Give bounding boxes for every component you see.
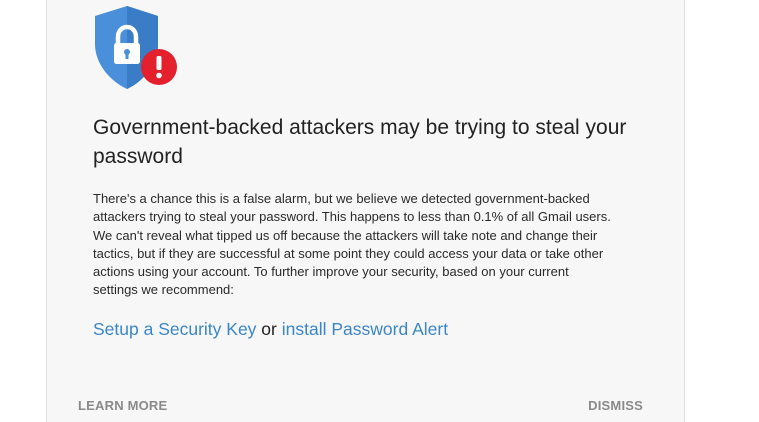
alert-body-text: There's a chance this is a false alarm, …	[93, 191, 611, 298]
setup-security-key-link[interactable]: Setup a Security Key	[93, 319, 256, 339]
alert-badge-icon	[141, 49, 177, 85]
recommendation-conjunction: or	[261, 319, 277, 339]
recommendation-line: Setup a Security Key or install Password…	[93, 317, 448, 341]
security-alert-dialog: Government-backed attackers may be tryin…	[46, 0, 685, 422]
learn-more-button[interactable]: LEARN MORE	[78, 398, 167, 413]
dismiss-button[interactable]: DISMISS	[588, 398, 643, 413]
shield-lock-icon	[92, 4, 182, 94]
alert-headline: Government-backed attackers may be tryin…	[93, 116, 627, 168]
install-password-alert-link[interactable]: install Password Alert	[282, 319, 448, 339]
